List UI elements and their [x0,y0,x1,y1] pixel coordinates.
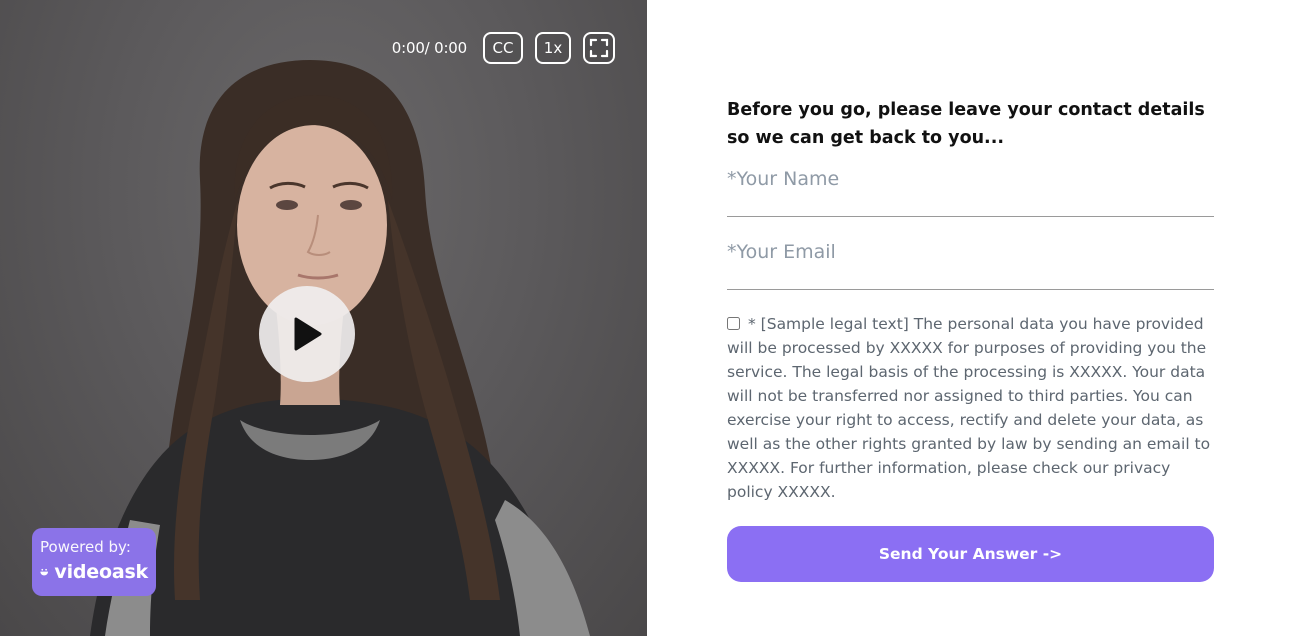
powered-by-badge[interactable]: Powered by: videoask [32,528,156,596]
fullscreen-icon [589,38,609,58]
captions-label: CC [492,39,514,57]
legal-text: * [Sample legal text] The personal data … [727,315,1211,501]
name-input[interactable] [727,164,1214,194]
play-button[interactable] [259,286,355,382]
video-controls: 0:00/ 0:00 CC 1x [392,32,615,64]
brand-name: videoask [54,561,148,583]
smiley-icon [40,568,49,576]
fullscreen-button[interactable] [583,32,615,64]
send-answer-button[interactable]: Send Your Answer -> [727,526,1214,582]
form-heading: Before you go, please leave your contact… [727,100,1205,148]
page: 0:00/ 0:00 CC 1x Powered by: videoask Be… [0,0,1294,636]
email-input[interactable] [727,237,1214,267]
playback-rate-label: 1x [543,39,563,57]
time-display: 0:00/ 0:00 [391,39,467,57]
consent-checkbox[interactable] [727,317,740,330]
powered-by-label: Powered by: [40,538,131,556]
contact-form-panel: Before you go, please leave your contact… [647,0,1294,636]
email-field [727,237,1214,290]
captions-button[interactable]: CC [483,32,523,64]
playback-rate-button[interactable]: 1x [535,32,571,64]
legal-consent: * [Sample legal text] The personal data … [727,312,1214,504]
contact-form: Before you go, please leave your contact… [727,96,1214,582]
name-field [727,164,1214,217]
brand-logo: videoask [40,561,148,583]
video-player[interactable]: 0:00/ 0:00 CC 1x Powered by: videoask [0,0,647,636]
play-icon [294,317,322,351]
